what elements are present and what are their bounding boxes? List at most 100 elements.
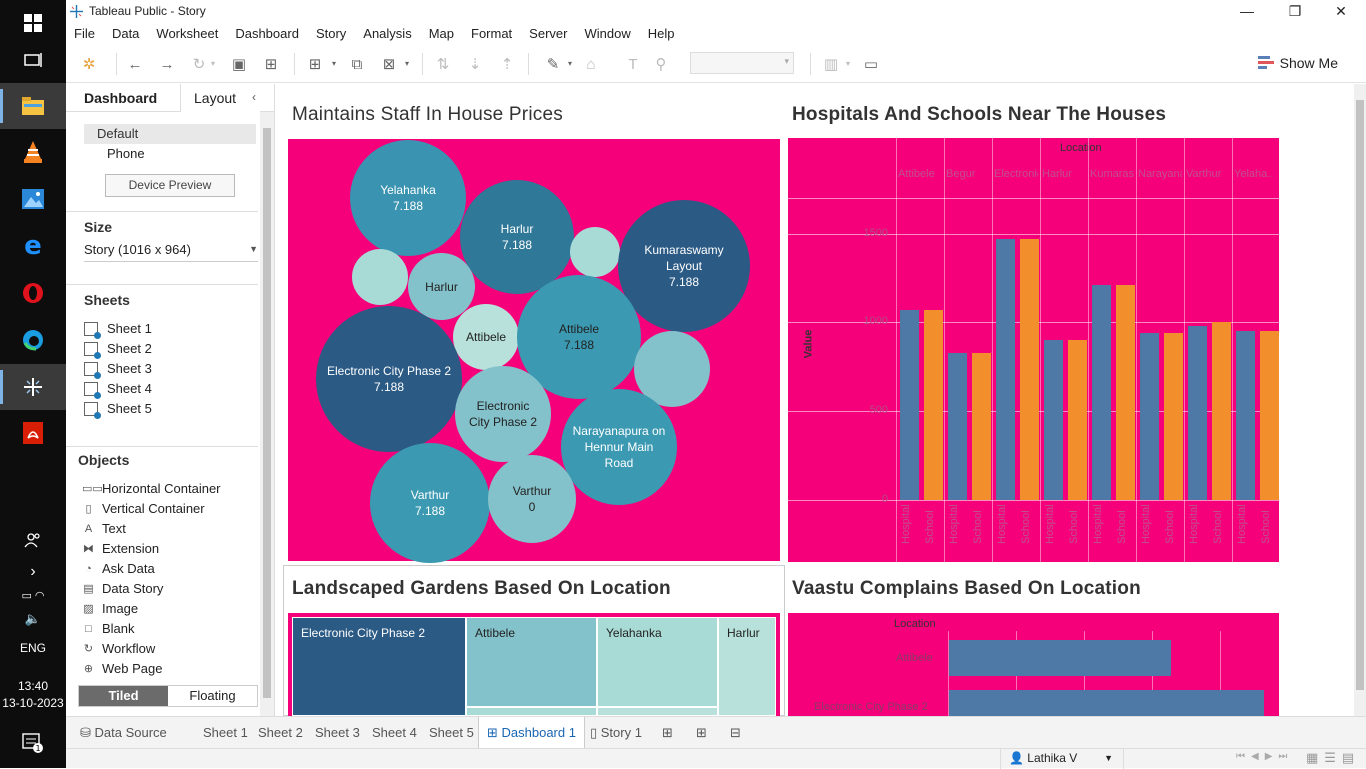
panel-scrollbar[interactable] <box>260 112 274 716</box>
clock-time[interactable]: 13:40 <box>0 679 66 693</box>
menu-server[interactable]: Server <box>529 26 567 41</box>
object-horizontal-container[interactable]: ▭▭ Horizontal Container <box>82 481 221 496</box>
swap-icon[interactable]: ⇅ <box>432 53 454 75</box>
scrollbar-thumb[interactable] <box>263 128 271 698</box>
tab-sheet-4[interactable]: Sheet 4 <box>364 717 425 749</box>
size-dropdown[interactable]: Story (1016 x 964) ▼ <box>84 242 258 262</box>
menu-map[interactable]: Map <box>429 26 454 41</box>
bar-chart[interactable]: Location 0 500 1000 1500 Value Attibele Begur El… <box>788 138 1279 562</box>
bubble-harlur[interactable]: Harlur 7.188 <box>460 180 574 294</box>
highlight-icon[interactable]: ✎ <box>542 53 564 75</box>
save-icon[interactable]: ▣ <box>228 53 250 75</box>
sheet-item-2[interactable]: Sheet 2 <box>84 341 152 359</box>
tab-sheet-5[interactable]: Sheet 5 <box>421 717 482 749</box>
bar-school-1[interactable] <box>972 352 991 500</box>
treemap-chart[interactable]: Electronic City Phase 2 Attibele Yelahan… <box>288 613 780 716</box>
bar-hospital-3[interactable] <box>1044 340 1063 500</box>
notifications-icon[interactable]: 1 <box>0 720 66 766</box>
language-indicator[interactable]: ENG <box>0 641 66 655</box>
clear-sheet-icon[interactable]: ⊠ <box>378 53 400 75</box>
bar-hospital-5[interactable] <box>1140 333 1159 500</box>
user-menu[interactable]: 👤 Lathika V ▼ <box>1000 749 1124 769</box>
new-worksheet-icon[interactable]: ⊞ <box>304 53 326 75</box>
vaastu-bar[interactable] <box>949 690 1264 716</box>
bar-hospital-0[interactable] <box>900 309 919 500</box>
menu-worksheet[interactable]: Worksheet <box>156 26 218 41</box>
undo-icon[interactable]: ← <box>124 53 146 75</box>
object-web-page[interactable]: ⊕ Web Page <box>82 661 163 676</box>
labels-icon[interactable]: T <box>622 53 644 75</box>
acrobat-icon[interactable] <box>0 410 66 456</box>
show-cards-icon[interactable]: ▥ <box>820 53 842 75</box>
sheet-item-1[interactable]: Sheet 1 <box>84 321 152 339</box>
treemap-cell-yelahanka[interactable]: Yelahanka <box>597 617 718 707</box>
object-extension[interactable]: ⧓ Extension <box>82 541 159 556</box>
menu-file[interactable]: File <box>74 26 95 41</box>
close-icon[interactable]: ✕ <box>1318 0 1364 22</box>
new-data-source-icon[interactable]: ⊞ <box>260 53 282 75</box>
object-blank[interactable]: □ Blank <box>82 621 134 636</box>
object-image[interactable]: ▨ Image <box>82 601 138 616</box>
menu-help[interactable]: Help <box>648 26 675 41</box>
vaastu-chart[interactable]: Location Attibele Electronic City Phase … <box>788 613 1279 716</box>
group-icon[interactable]: ⌂ <box>580 53 602 75</box>
bubble-narayanapura[interactable]: Narayanapura on Hennur Main Road <box>561 389 677 505</box>
bar-school-5[interactable] <box>1164 333 1183 500</box>
presentation-mode-icon[interactable]: ▭ <box>860 53 882 75</box>
bar-school-6[interactable] <box>1212 322 1231 500</box>
menu-data[interactable]: Data <box>112 26 139 41</box>
new-worksheet-caret-icon[interactable]: ▾ <box>332 59 336 68</box>
tab-story-1[interactable]: ▯ Story 1 <box>582 717 650 749</box>
collapse-panel-icon[interactable]: ‹ <box>252 90 256 104</box>
bubble-electronic-city-phase-2-small[interactable]: Electronic City Phase 2 <box>455 366 551 462</box>
tab-dashboard-1[interactable]: ⊞ Dashboard 1 <box>478 717 585 749</box>
opera-icon[interactable] <box>0 270 66 316</box>
tab-sheet-3[interactable]: Sheet 3 <box>307 717 368 749</box>
edge-icon[interactable] <box>0 317 66 363</box>
bubble-attibele-small[interactable]: Attibele <box>453 304 519 370</box>
object-text[interactable]: A Text <box>82 521 126 536</box>
menu-window[interactable]: Window <box>584 26 630 41</box>
clock-date[interactable]: 13-10-2023 <box>0 696 66 710</box>
file-explorer-icon[interactable] <box>0 83 66 129</box>
bar-school-3[interactable] <box>1068 340 1087 500</box>
floating-button[interactable]: Floating <box>168 686 257 706</box>
bar-school-2[interactable] <box>1020 238 1039 500</box>
bubble-varthur-small[interactable]: Varthur 0 <box>488 455 576 543</box>
treemap-cell-attibele[interactable]: Attibele <box>466 617 597 707</box>
bubble-yelahanka[interactable]: Yelahanka 7.188 <box>350 140 466 256</box>
tiled-button[interactable]: Tiled <box>79 686 168 706</box>
tab-layout[interactable]: Layout <box>180 84 260 112</box>
task-view-icon[interactable] <box>0 37 66 83</box>
treemap-cell-small[interactable] <box>466 707 597 716</box>
object-vertical-container[interactable]: ▯ Vertical Container <box>82 501 204 516</box>
bar-hospital-2[interactable] <box>996 238 1015 500</box>
highlight-caret-icon[interactable]: ▾ <box>568 59 572 68</box>
bar-hospital-4[interactable] <box>1092 285 1111 500</box>
object-workflow[interactable]: ↻ Workflow <box>82 641 155 656</box>
show-cards-caret-icon[interactable]: ▾ <box>846 59 850 68</box>
bar-hospital-6[interactable] <box>1188 325 1207 500</box>
pin-icon[interactable]: ⚲ <box>650 53 672 75</box>
bubble-kumaraswamy-layout[interactable]: Kumaraswamy Layout 7.188 <box>618 200 750 332</box>
volume-icon[interactable]: 🔈 <box>0 598 66 640</box>
clear-sheet-caret-icon[interactable]: ▾ <box>405 59 409 68</box>
canvas-scrollbar[interactable] <box>1354 84 1366 716</box>
menu-format[interactable]: Format <box>471 26 512 41</box>
bubble-varthur[interactable]: Varthur 7.188 <box>370 443 490 563</box>
device-preview-button[interactable]: Device Preview <box>105 174 235 197</box>
menu-story[interactable]: Story <box>316 26 346 41</box>
bubble-electronic-city-phase-2[interactable]: Electronic City Phase 2 7.188 <box>316 306 462 452</box>
vaastu-bar[interactable] <box>949 640 1171 676</box>
photos-icon[interactable] <box>0 176 66 222</box>
sheet-item-5[interactable]: Sheet 5 <box>84 401 152 419</box>
show-me-button[interactable]: Show Me <box>1257 55 1338 71</box>
new-dashboard-tab-icon[interactable]: ⊞ <box>688 717 715 749</box>
device-default-row[interactable]: Default <box>84 124 256 144</box>
bar-hospital-7[interactable] <box>1236 331 1255 500</box>
sort-descending-icon[interactable]: ⇡ <box>496 53 518 75</box>
redo-icon[interactable]: → <box>156 53 178 75</box>
internet-explorer-icon[interactable]: e <box>0 223 66 269</box>
object-ask-data[interactable]: ◔ Ask Data <box>82 561 155 576</box>
object-data-story[interactable]: ▤ Data Story <box>82 581 163 596</box>
